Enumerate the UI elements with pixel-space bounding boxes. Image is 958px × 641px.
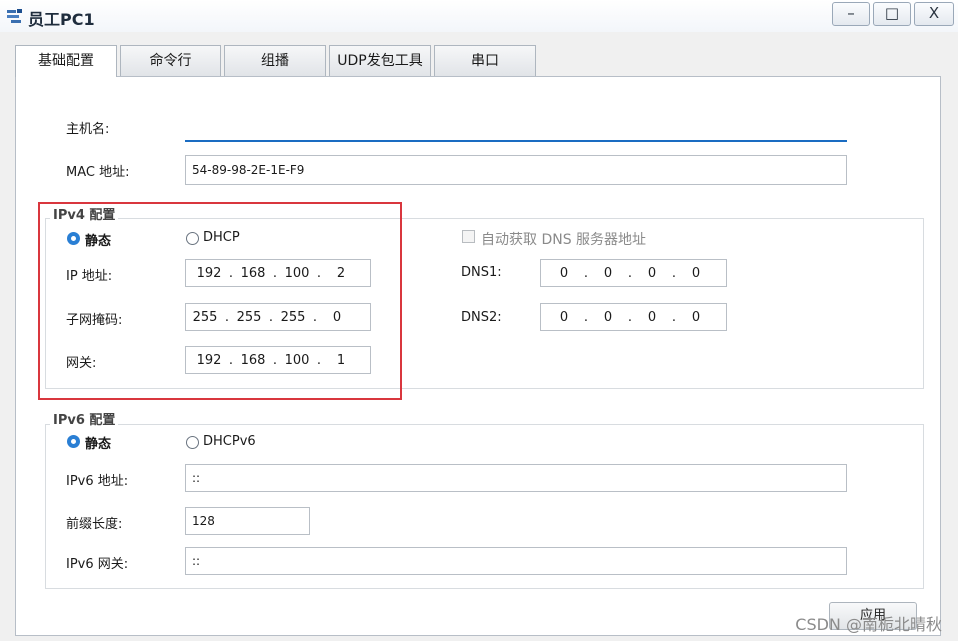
ipv6-group-title: IPv6 配置 (50, 409, 119, 428)
highlight-box (38, 202, 402, 400)
ipv6-dhcp-label: DHCPv6 (203, 434, 256, 449)
dns1-label: DNS1: (461, 265, 502, 280)
dns1-input[interactable]: 0. 0. 0. 0 (540, 259, 727, 287)
tab-command-line[interactable]: 命令行 (120, 45, 221, 76)
auto-dns-label: 自动获取 DNS 服务器地址 (481, 232, 647, 248)
ipv6-gateway-input[interactable]: :: (185, 547, 847, 575)
dns2-octet[interactable]: 0 (593, 310, 623, 325)
maximize-icon: □ (884, 4, 900, 22)
dns1-octet[interactable]: 0 (681, 266, 711, 281)
app-icon (7, 9, 22, 23)
window-title: 员工PC1 (28, 10, 95, 29)
ipv6-address-label: IPv6 地址: (66, 474, 129, 489)
tab-basic-config[interactable]: 基础配置 (15, 45, 117, 77)
auto-dns-checkbox[interactable] (462, 230, 475, 243)
prefix-length-label: 前缀长度: (66, 517, 123, 532)
close-icon: X (928, 4, 940, 22)
dns2-input[interactable]: 0. 0. 0. 0 (540, 303, 727, 331)
hostname-label: 主机名: (66, 122, 110, 137)
mac-label: MAC 地址: (66, 165, 130, 180)
close-button[interactable]: X (914, 2, 954, 26)
dns2-label: DNS2: (461, 310, 502, 325)
mac-address-field[interactable]: 54-89-98-2E-1E-F9 (185, 155, 847, 185)
minimize-button[interactable]: – (832, 2, 870, 26)
ipv6-gateway-label: IPv6 网关: (66, 557, 129, 572)
ipv6-address-input[interactable]: :: (185, 464, 847, 492)
dns1-octet[interactable]: 0 (637, 266, 667, 281)
tab-udp-tool[interactable]: UDP发包工具 (329, 45, 431, 76)
ipv6-static-label: 静态 (85, 437, 112, 452)
dns2-octet[interactable]: 0 (549, 310, 579, 325)
prefix-length-input[interactable]: 128 (185, 507, 310, 535)
dns1-octet[interactable]: 0 (593, 266, 623, 281)
tab-serial[interactable]: 串口 (434, 45, 536, 76)
watermark: CSDN @南栀北晴秋 (795, 615, 942, 634)
dns2-octet[interactable]: 0 (637, 310, 667, 325)
title-bar: 员工PC1 – □ X (0, 0, 958, 33)
ipv6-static-radio[interactable] (67, 435, 80, 448)
dns2-octet[interactable]: 0 (681, 310, 711, 325)
dns1-octet[interactable]: 0 (549, 266, 579, 281)
hostname-input[interactable] (185, 112, 847, 142)
maximize-button[interactable]: □ (873, 2, 911, 26)
tab-multicast[interactable]: 组播 (224, 45, 326, 76)
ipv6-dhcp-radio[interactable] (186, 436, 199, 449)
minimize-icon: – (847, 4, 855, 22)
